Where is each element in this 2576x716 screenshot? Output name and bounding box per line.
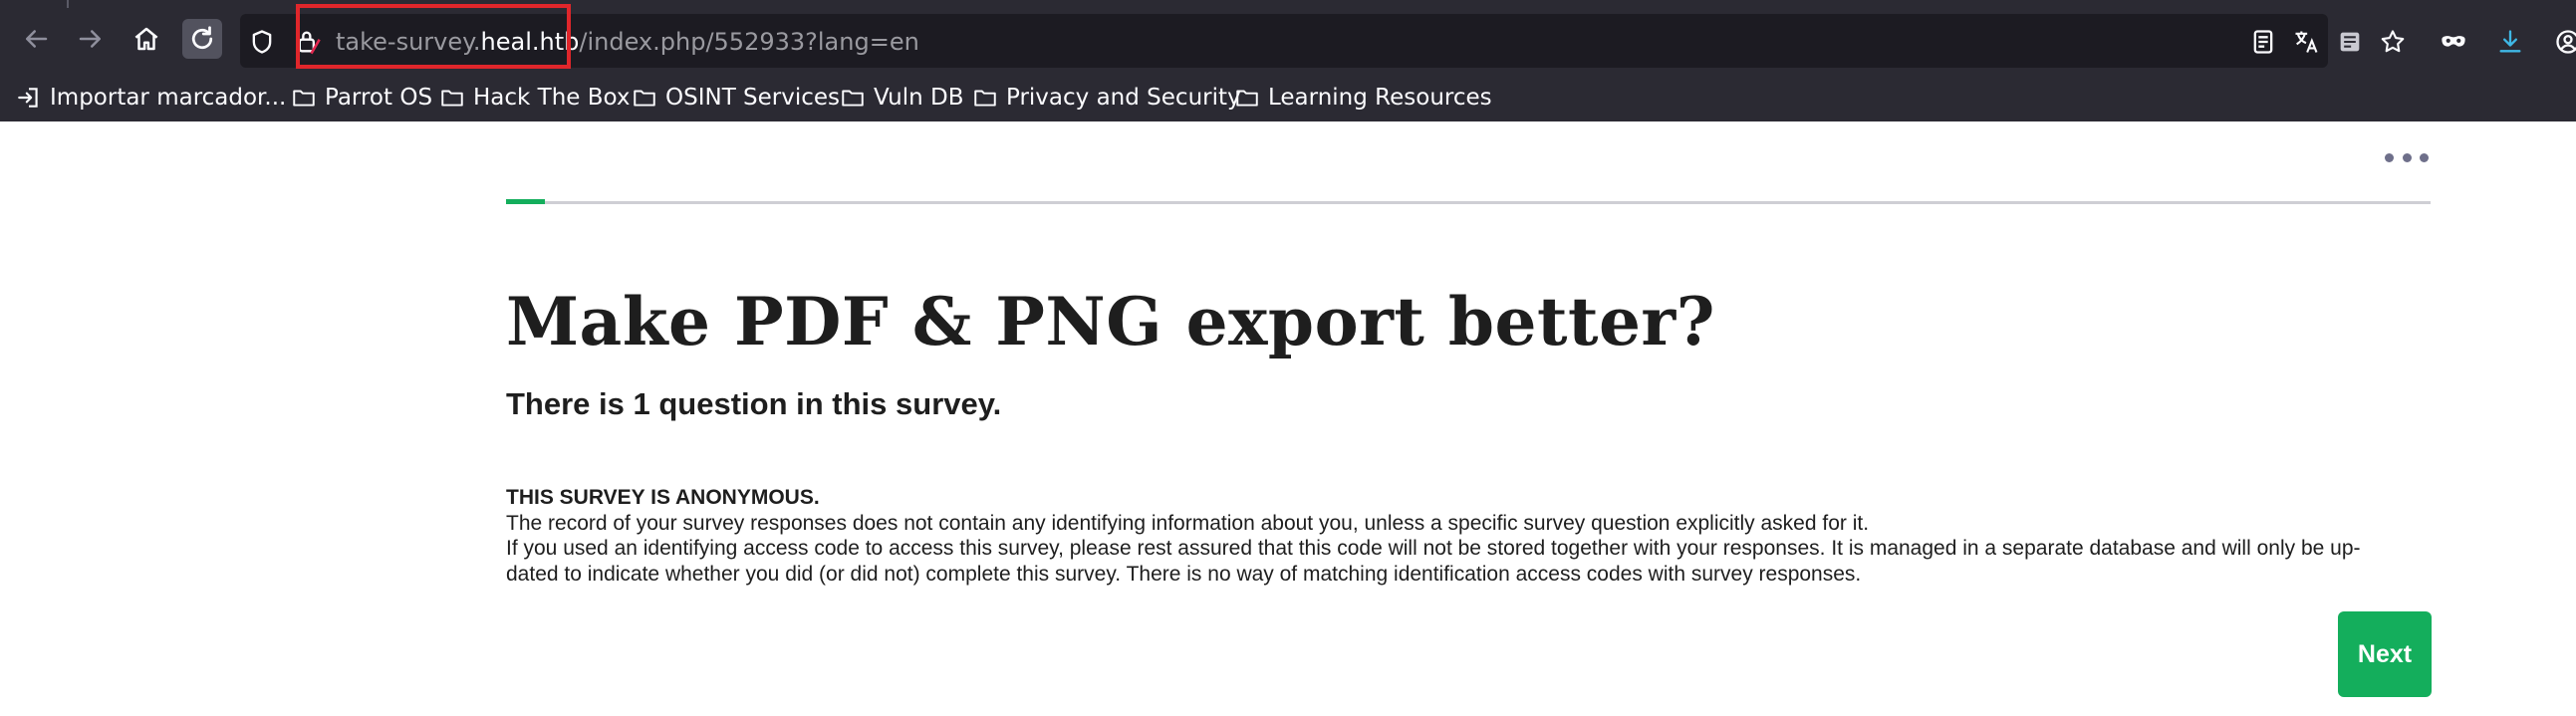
bookmark-label: Learning Resources xyxy=(1268,85,1492,111)
reload-icon xyxy=(191,26,213,50)
bookmark-privacy-and-security[interactable]: Privacy and Security xyxy=(972,80,1241,116)
bookmark-vuln-db[interactable]: Vuln DB xyxy=(840,80,964,116)
forward-arrow-icon xyxy=(79,30,101,48)
back-arrow-icon xyxy=(26,30,48,48)
import-icon xyxy=(18,88,38,108)
bookmark-label: Privacy and Security xyxy=(1006,85,1241,111)
download-icon[interactable] xyxy=(2494,26,2526,58)
dot xyxy=(2420,152,2429,162)
tab-edge xyxy=(67,0,69,8)
extension-icon[interactable] xyxy=(2334,26,2366,58)
bookmark-label: Vuln DB xyxy=(874,85,964,111)
progress-fill xyxy=(506,199,545,204)
bookmark-label: Parrot OS xyxy=(325,85,433,111)
tracking-shield-icon[interactable] xyxy=(247,27,277,57)
reload-button[interactable] xyxy=(182,19,222,59)
bookmark-label: OSINT Services xyxy=(665,85,841,111)
bookmark-star-icon[interactable] xyxy=(2377,26,2409,58)
folder-icon xyxy=(293,90,315,107)
private-mask-icon[interactable] xyxy=(2438,26,2469,58)
folder-icon xyxy=(974,90,996,107)
translate-icon[interactable] xyxy=(2290,26,2322,58)
url-highlight-annotation xyxy=(296,4,571,69)
folder-icon xyxy=(842,90,864,107)
dot xyxy=(2402,152,2412,162)
next-button[interactable]: Next xyxy=(2338,611,2432,697)
anonymous-line: dated to indicate whether you did (or di… xyxy=(506,562,1862,586)
anonymous-notice: THIS SURVEY IS ANONYMOUS. The record of … xyxy=(506,485,2429,587)
reader-view-icon[interactable] xyxy=(2247,26,2279,58)
progress-track xyxy=(506,201,2431,204)
home-icon xyxy=(134,27,158,51)
bookmark-parrot-os[interactable]: Parrot OS xyxy=(291,80,432,116)
bookmark-learning-resources[interactable]: Learning Resources xyxy=(1234,80,1492,116)
survey-page xyxy=(0,121,2576,716)
back-button[interactable] xyxy=(16,19,56,59)
folder-icon xyxy=(1236,90,1258,107)
home-button[interactable] xyxy=(127,19,166,59)
anonymous-line: The record of your survey responses does… xyxy=(506,511,1870,535)
bookmark-osint-services[interactable]: OSINT Services xyxy=(632,80,840,116)
bookmark-hack-the-box[interactable]: Hack The Box xyxy=(439,80,631,116)
url-path: /index.php/552933?lang=en xyxy=(579,28,919,56)
question-count: There is 1 question in this survey. xyxy=(506,386,1002,421)
dot xyxy=(2385,152,2394,162)
bookmark-label: Importar marcador... xyxy=(50,85,287,111)
account-icon[interactable] xyxy=(2552,26,2576,58)
bookmark-label: Hack The Box xyxy=(473,85,631,111)
forward-button[interactable] xyxy=(71,19,111,59)
more-options-icon[interactable] xyxy=(2385,147,2429,167)
bookmark-import[interactable]: Importar marcador... xyxy=(16,80,286,116)
anonymous-heading: THIS SURVEY IS ANONYMOUS. xyxy=(506,486,820,509)
anonymous-line: If you used an identifying access code t… xyxy=(506,537,2361,560)
folder-icon xyxy=(441,90,463,107)
folder-icon xyxy=(634,90,655,107)
survey-title: Make PDF & PNG export better? xyxy=(506,283,1715,360)
